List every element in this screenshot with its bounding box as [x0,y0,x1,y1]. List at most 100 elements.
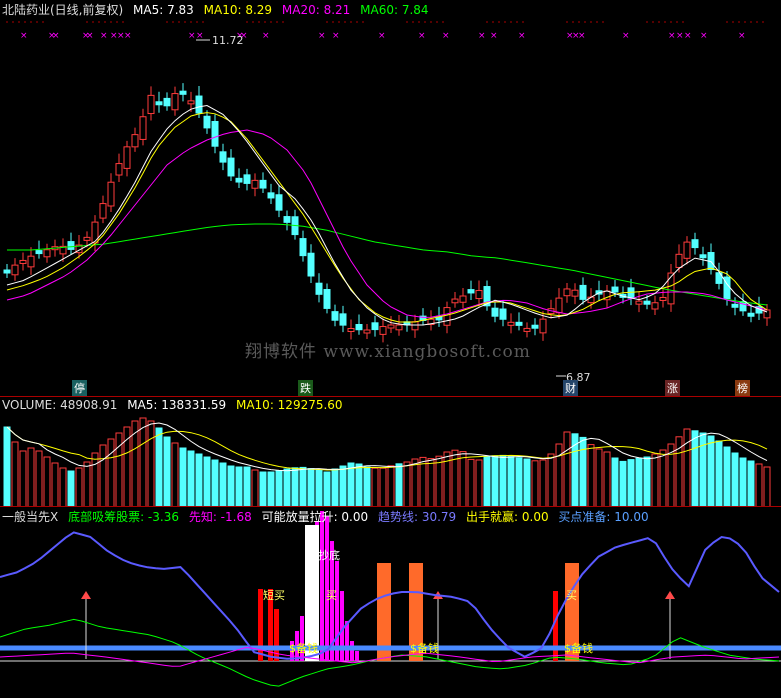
volume-bar [299,466,307,507]
price-chart-pane[interactable]: 北陆药业(日线,前复权) MA5: 7.83 MA10: 8.29 MA20: … [0,0,781,396]
volume-bar [539,459,547,507]
candle-body [107,181,115,207]
signal-mark-x: × [418,31,426,41]
candle-body [507,321,515,326]
candle-body [563,288,571,297]
volume-bar [195,453,203,507]
volume-bar [59,467,67,507]
candle-body [539,318,547,334]
signal-mark-x: × [318,31,326,41]
volume-bar [467,458,475,507]
volume-svg[interactable] [0,397,781,507]
prepare-money-text-2: $备钱 [410,642,439,655]
candle-body [587,296,595,304]
foreknow-label: 先知: -1.68 [188,510,252,524]
candle-body [115,163,123,176]
ma60-label: MA60: 7.84 [360,3,429,17]
candle-body [19,259,27,264]
signal-mark-x: × [442,31,450,41]
volume-bar [267,471,275,507]
volume-bar [251,469,259,507]
ma60-line [7,223,768,306]
volume-bar [43,456,51,507]
volume-bar [139,417,147,507]
bottom-absorb-label: 底部吸筹股票: -3.36 [68,510,179,524]
candle-body [83,236,91,241]
candle-body [251,179,259,189]
signal-mark-x: × [478,31,486,41]
candle-body [187,100,195,105]
trend-line-label: 趋势线: 30.79 [377,510,457,524]
candle-body [227,157,235,177]
volume-bar [587,444,595,507]
volume-bar [99,444,107,507]
candle-body [339,313,347,326]
signal-mark-x: × [518,31,526,41]
buy-text-2: 买 [566,589,577,602]
volume-bar [27,447,35,507]
signal-mark-x: × [668,31,676,41]
candle-body [443,307,451,326]
volume-label: VOLUME: 48908.91 [2,398,118,412]
candle-body [11,264,19,276]
candle-body [411,321,419,331]
candle-body [475,290,483,300]
candle-body [467,289,475,294]
volume-bar [275,470,283,507]
volume-bar [435,455,443,507]
candle-body [571,289,579,297]
candle-body [131,134,139,148]
volume-bar [211,459,219,507]
candle-body [643,300,651,305]
signal-mark-x: × [738,31,746,41]
event-tag-suspend[interactable]: 停 [72,380,87,396]
candle-body [499,308,507,320]
candle-body [683,241,691,259]
volume-bar [603,451,611,507]
volume-bar [763,466,771,507]
signal-mark-x: × [262,31,270,41]
volume-bar [555,443,563,507]
volume-bar [515,457,523,507]
indicator-svg[interactable] [0,507,781,698]
volume-bar [715,440,723,507]
volume-bar [691,430,699,507]
volume-pane[interactable]: VOLUME: 48908.91 MA5: 138331.59 MA10: 12… [0,396,781,507]
volume-bar [35,450,43,507]
indicator-pane[interactable]: 一般当先X 底部吸筹股票: -3.36 先知: -1.68 可能放量拉升: 0.… [0,506,781,698]
volume-bar [643,456,651,507]
candle-body [179,90,187,95]
candle-body [635,300,643,305]
prepare-money-text-1: $备钱 [289,642,318,655]
event-tag-list[interactable]: 榜 [735,380,750,396]
candle-body [299,238,307,257]
volume-bar [403,461,411,507]
volume-bar [163,436,171,507]
volume-bar [83,461,91,507]
buy-ready-label: 买点准备: 10.00 [558,510,649,524]
candle-body [363,329,371,334]
candle-body [35,250,43,255]
candle-body [515,321,523,326]
event-tag-fall[interactable]: 跌 [298,380,313,396]
signal-mark-x: × [124,31,132,41]
volume-ma10-label: MA10: 129275.60 [235,398,343,412]
candle-body [195,95,203,114]
candle-body [43,249,51,258]
candle-body [91,221,99,244]
volume-bar [347,462,355,507]
ma5-label: MA5: 7.83 [133,3,194,17]
event-tag-rise[interactable]: 涨 [665,380,680,396]
candle-body [139,116,147,140]
event-tag-finance[interactable]: 财 [563,380,578,396]
candle-body [651,302,659,310]
volume-bar [11,441,19,507]
volume-bar [3,426,11,507]
signal-mark-x: × [378,31,386,41]
signal-mark-x: × [676,31,684,41]
candle-body [315,282,323,295]
candle-body [531,324,539,329]
volume-bar [235,466,243,507]
candle-body [323,289,331,309]
volume-bar [331,468,339,507]
